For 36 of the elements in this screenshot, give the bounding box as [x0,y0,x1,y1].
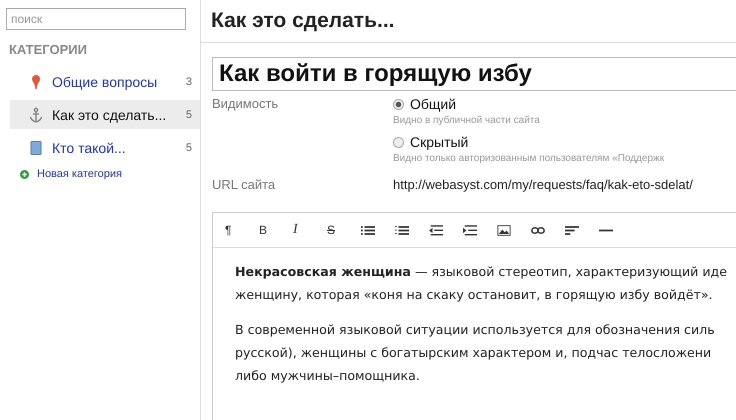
indent-icon[interactable] [463,224,477,236]
align-left-icon[interactable] [565,224,579,236]
section-heading: КАТЕГОРИИ [9,42,88,57]
category-item[interactable]: Кто такой... 5 [10,133,200,162]
new-category-link[interactable]: Новая категория [37,168,122,180]
page-heading: Как это сделать... [211,9,394,33]
format-button[interactable]: I [293,222,327,238]
book-icon [28,140,44,156]
url-value: http://webasyst.com/my/requests/faq/kak-eto-sdelat/ [393,177,693,192]
anchor-icon [28,106,44,122]
option-label: Общий [410,96,456,112]
format-button[interactable]: B [259,223,293,237]
link-icon[interactable] [531,224,545,236]
option-label: Скрытый [410,134,468,150]
image-icon[interactable] [497,224,511,236]
numbered-list-icon[interactable] [395,224,409,236]
format-button[interactable]: S [327,223,361,237]
radio-button[interactable] [393,136,404,148]
body-paragraph: Некрасовская женщина — языковой стереотип, характеризующий иде женщину, которая «коня на скаку остановит, в горящую избу войдёт». [235,263,728,304]
category-item[interactable]: Общие вопросы 3 [10,67,200,96]
outdent-icon[interactable] [429,224,443,236]
body-paragraph: В современной языковой ситуации используется для обозначения силь русской), женщины с богатырским характером и, подчас телосложени либо мужчины–помощника. [235,321,716,385]
title-field[interactable]: Как войти в горящую избу [212,57,736,91]
search-field[interactable]: поиск [6,8,186,30]
plus-icon [20,170,29,178]
category-count: 3 [186,76,192,88]
radio-button[interactable] [393,98,404,110]
option-hint: Видно в публичной части сайта [393,115,541,126]
category-count: 5 [186,108,192,120]
format-button[interactable]: ¶ [225,223,259,237]
bullet-list-icon[interactable] [361,224,375,236]
category-item[interactable]: Как это сделать... 5 [10,100,200,129]
option-hint: Видно только авторизованным пользователям «Поддержк [393,153,664,164]
category-count: 5 [186,142,192,154]
field-label: URL сайта [212,177,276,192]
field-label: Видимость [212,96,280,113]
